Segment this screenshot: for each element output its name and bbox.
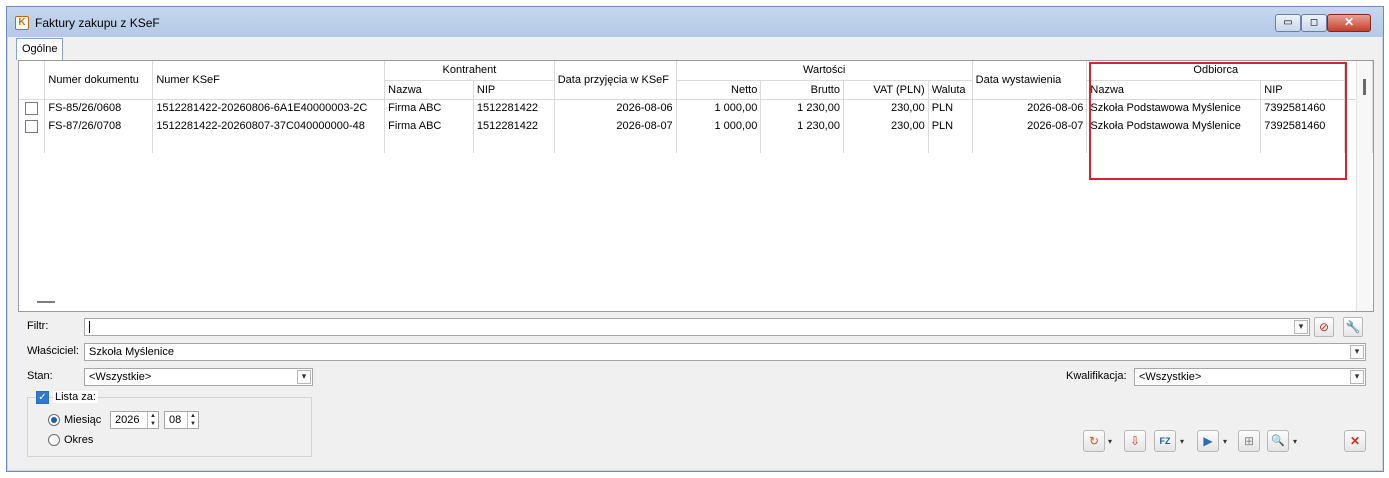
list-period-label: Lista za: — [53, 391, 98, 403]
clear-filter-button[interactable]: ⊘ — [1314, 317, 1334, 337]
col-data-wystawienia[interactable]: Data wystawienia — [972, 61, 1088, 100]
cell-waluta: PLN — [928, 117, 973, 135]
minimize-button[interactable]: ▭ — [1275, 14, 1301, 32]
owner-select[interactable]: Szkoła Myślenice ▾ — [84, 343, 1366, 361]
owner-label: Właściciel: — [27, 345, 79, 357]
select-column-header — [19, 61, 46, 100]
cell-netto: 1 000,00 — [676, 117, 762, 135]
col-vat[interactable]: VAT (PLN) — [843, 80, 929, 100]
qualification-select[interactable]: <Wszystkie> ▾ — [1134, 368, 1366, 386]
book-dropdown-icon[interactable]: ▾ — [1223, 437, 1227, 446]
cell-brutto: 1 230,00 — [760, 99, 844, 117]
period-radio[interactable] — [48, 434, 60, 446]
cell-kontrahent-nazwa: Firma ABC — [384, 117, 474, 135]
cell-data-wystawienia: 2026-08-06 — [972, 99, 1088, 117]
col-netto[interactable]: Netto — [676, 80, 762, 100]
col-brutto[interactable]: Brutto — [760, 80, 844, 100]
filter-input[interactable]: ▾ — [84, 318, 1310, 336]
cell-data-przyjecia: 2026-08-07 — [554, 117, 677, 135]
filter-dropdown-icon[interactable]: ▾ — [1294, 320, 1308, 334]
cell-vat: 230,00 — [843, 99, 929, 117]
row-checkbox[interactable] — [25, 101, 39, 115]
group-odbiorca: Odbiorca — [1086, 61, 1346, 81]
month-stepper-arrows[interactable]: ▲ ▼ — [187, 412, 198, 428]
month-label: Miesiąc — [64, 414, 102, 426]
split-icon[interactable]: ⊞ — [1238, 430, 1260, 452]
document-import-icon[interactable]: ⇩ — [1124, 430, 1146, 452]
fz-icon[interactable]: FZ — [1154, 430, 1176, 452]
cell-numer-ksef: 1512281422-20260806-6A1E40000003-2C — [152, 99, 386, 117]
close-window-button[interactable]: ✕ — [1327, 14, 1371, 32]
cell-numer-dokumentu: FS-87/26/0708 — [44, 117, 154, 135]
cell-odbiorca-nazwa: Szkoła Podstawowa Myślenice — [1086, 99, 1262, 117]
tab-ogolne[interactable]: Ogólne — [16, 38, 64, 60]
cell-data-przyjecia: 2026-08-06 — [554, 99, 677, 117]
period-label: Okres — [64, 434, 94, 446]
refresh-icon[interactable]: ↻ — [1083, 430, 1105, 452]
cell-odbiorca-nip: 7392581460 — [1260, 99, 1346, 117]
qualification-label: Kwalifikacja: — [1066, 370, 1127, 382]
col-odbiorca-nip[interactable]: NIP — [1260, 80, 1346, 100]
cell-data-wystawienia: 2026-08-07 — [972, 117, 1088, 135]
month-radio[interactable] — [48, 414, 60, 426]
book-arrow-icon[interactable]: ▶ — [1197, 430, 1219, 452]
group-wartosci: Wartości — [676, 61, 973, 81]
horizontal-scroll-indicator[interactable] — [37, 301, 55, 303]
state-select[interactable]: <Wszystkie> ▾ — [84, 368, 313, 386]
cell-kontrahent-nip: 1512281422 — [473, 99, 555, 117]
owner-dropdown-icon[interactable]: ▾ — [1350, 345, 1364, 359]
group-kontrahent: Kontrahent — [384, 61, 555, 81]
qualification-dropdown-icon[interactable]: ▾ — [1350, 370, 1364, 384]
app-logo-icon: K — [15, 16, 29, 30]
title-bar: K Faktury zakupu z KSeF ▭ ◻ ✕ — [7, 7, 1383, 37]
col-kontrahent-nip[interactable]: NIP — [473, 80, 555, 100]
cell-vat: 230,00 — [843, 117, 929, 135]
maximize-button[interactable]: ◻ — [1301, 14, 1327, 32]
row-checkbox[interactable] — [25, 119, 39, 133]
scroll-thumb[interactable] — [1363, 79, 1366, 95]
invoice-table: Numer dokumentu Numer KSeF Kontrahent Da… — [19, 61, 1373, 153]
cell-brutto: 1 230,00 — [760, 117, 844, 135]
vertical-scrollbar[interactable] — [1356, 61, 1372, 311]
cell-numer-dokumentu: FS-85/26/0608 — [44, 99, 154, 117]
cell-numer-ksef: 1512281422-20260807-37C040000000-48 — [152, 117, 386, 135]
list-period-checkbox[interactable]: ✓ — [36, 391, 49, 404]
state-label: Stan: — [27, 370, 53, 382]
col-numer-dokumentu[interactable]: Numer dokumentu — [44, 61, 154, 100]
cell-odbiorca-nazwa: Szkoła Podstawowa Myślenice — [1086, 117, 1262, 135]
month-stepper[interactable]: 08 ▲ ▼ — [164, 411, 199, 429]
col-odbiorca-nazwa[interactable]: Nazwa — [1086, 80, 1262, 100]
col-kontrahent-nazwa[interactable]: Nazwa — [384, 80, 474, 100]
year-stepper-arrows[interactable]: ▲ ▼ — [147, 412, 158, 428]
table-row[interactable]: FS-85/26/0608 1512281422-20260806-6A1E40… — [19, 99, 1373, 117]
cell-kontrahent-nazwa: Firma ABC — [384, 99, 474, 117]
close-icon[interactable]: ✕ — [1344, 430, 1366, 452]
year-stepper[interactable]: 2026 ▲ ▼ — [110, 411, 159, 429]
cell-kontrahent-nip: 1512281422 — [473, 117, 555, 135]
search-dropdown-icon[interactable]: ▾ — [1293, 437, 1297, 446]
refresh-dropdown-icon[interactable]: ▾ — [1108, 437, 1112, 446]
filter-label: Filtr: — [27, 320, 49, 332]
cell-waluta: PLN — [928, 99, 973, 117]
cell-odbiorca-nip: 7392581460 — [1260, 117, 1346, 135]
magnifier-icon[interactable]: 🔍 — [1267, 430, 1289, 452]
filter-tools-button[interactable]: 🔧 — [1343, 317, 1363, 337]
table-row[interactable]: FS-87/26/0708 1512281422-20260807-37C040… — [19, 117, 1373, 135]
window-title: Faktury zakupu z KSeF — [35, 16, 160, 30]
fz-dropdown-icon[interactable]: ▾ — [1180, 437, 1184, 446]
col-numer-ksef[interactable]: Numer KSeF — [152, 61, 386, 100]
invoice-grid: Numer dokumentu Numer KSeF Kontrahent Da… — [18, 60, 1374, 312]
state-dropdown-icon[interactable]: ▾ — [297, 370, 311, 384]
col-waluta[interactable]: Waluta — [928, 80, 973, 100]
cell-netto: 1 000,00 — [676, 99, 762, 117]
col-data-przyjecia[interactable]: Data przyjęcia w KSeF — [554, 61, 677, 100]
